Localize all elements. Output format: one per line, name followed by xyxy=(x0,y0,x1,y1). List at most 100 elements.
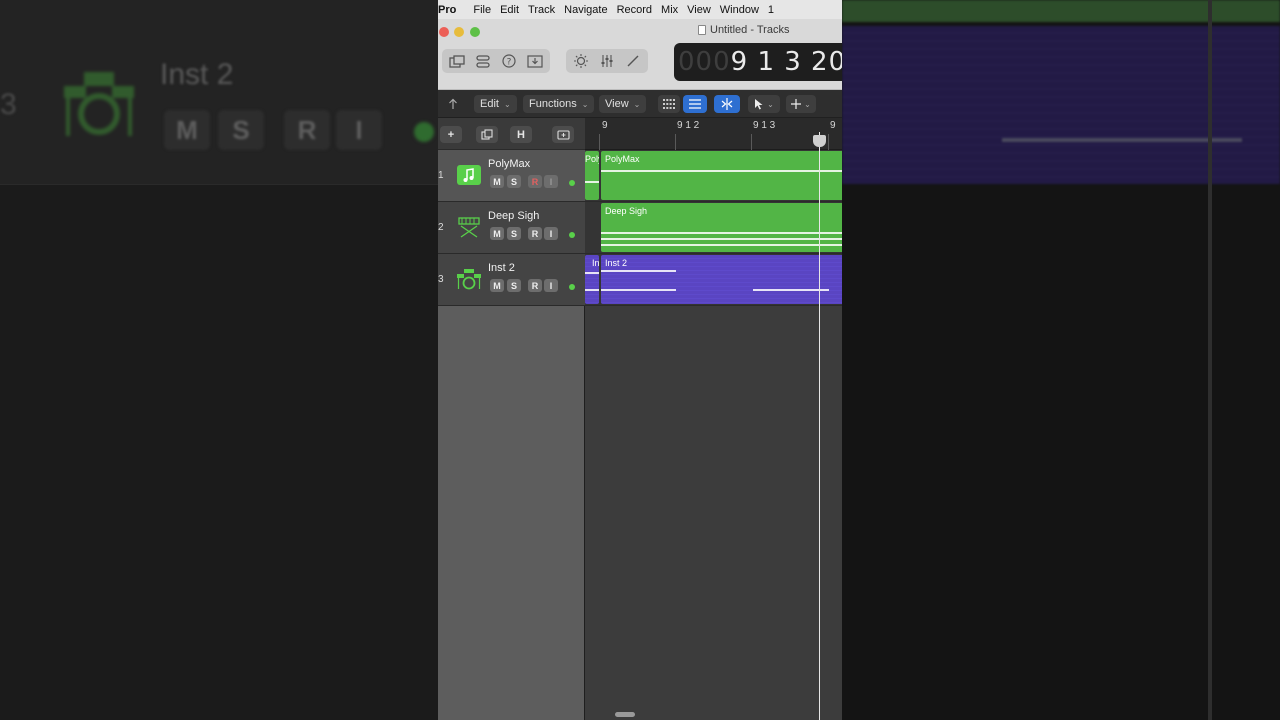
background-green-region xyxy=(842,0,1280,22)
track-lane-deep-sigh[interactable]: Deep Sigh xyxy=(585,202,842,254)
mute-button[interactable]: M xyxy=(490,279,504,292)
background-led xyxy=(414,122,434,142)
lcd-position: 9 1 3 20 xyxy=(730,47,842,77)
midi-note xyxy=(585,181,599,183)
hide-tracks-button[interactable]: H xyxy=(510,126,532,143)
menu-track[interactable]: Track xyxy=(528,4,564,16)
add-track-button[interactable]: + xyxy=(440,126,462,143)
mute-button[interactable]: M xyxy=(490,175,504,188)
menu-window[interactable]: Window xyxy=(720,4,768,16)
ruler-tick xyxy=(751,134,752,150)
menu-app-name[interactable]: Pro xyxy=(438,4,473,16)
midi-region-inst-2[interactable]: Inst 2 xyxy=(601,255,842,304)
background-zoom-left: 3 Inst 2 M S R I xyxy=(0,0,438,720)
mixer-icon[interactable] xyxy=(596,52,618,70)
track-name[interactable]: Inst 2 xyxy=(488,262,515,274)
solo-button[interactable]: S xyxy=(507,279,521,292)
menu-view[interactable]: View xyxy=(687,4,720,16)
timeline-ruler[interactable]: 9 9 1 2 9 1 3 9 xyxy=(585,118,842,150)
drum-kit-icon xyxy=(456,268,482,290)
midi-note xyxy=(601,270,676,272)
menu-navigate[interactable]: Navigate xyxy=(564,4,616,16)
background-purple-region xyxy=(842,26,1280,184)
background-playhead xyxy=(1208,0,1212,720)
track-activity-led xyxy=(569,284,575,290)
track-folder-icon[interactable] xyxy=(552,126,574,143)
midi-region-polymax[interactable]: PolyMax xyxy=(601,151,842,200)
functions-menu-button[interactable]: Functions ⌄ xyxy=(523,95,595,113)
midi-note xyxy=(601,170,842,172)
ruler-tick-label: 9 1 2 xyxy=(677,120,700,131)
track-number: 3 xyxy=(438,274,444,285)
track-lane-polymax[interactable]: Poly PolyMax xyxy=(585,150,842,202)
ruler-tick-label: 9 xyxy=(830,120,836,131)
ruler-tick-label: 9 1 3 xyxy=(753,120,776,131)
midi-note xyxy=(753,289,829,291)
track-name[interactable]: PolyMax xyxy=(488,158,530,170)
background-input-button: I xyxy=(336,110,382,150)
midi-region-previous[interactable]: In xyxy=(585,255,599,304)
duplicate-track-icon[interactable] xyxy=(476,126,498,143)
download-icon[interactable] xyxy=(524,52,546,70)
inspector-icon[interactable] xyxy=(472,52,494,70)
minimize-button[interactable] xyxy=(454,27,464,37)
midi-region-previous[interactable]: Poly xyxy=(585,151,599,200)
track-activity-led xyxy=(569,180,575,186)
track-name[interactable]: Deep Sigh xyxy=(488,210,539,222)
chevron-down-icon: ⌄ xyxy=(503,99,511,109)
record-enable-button[interactable]: R xyxy=(528,227,542,240)
pointer-tool-icon[interactable]: ⌄ xyxy=(748,95,780,113)
input-monitor-button[interactable]: I xyxy=(544,227,558,240)
edit-menu-button[interactable]: Edit ⌄ xyxy=(474,95,517,113)
input-monitor-button[interactable]: I xyxy=(544,279,558,292)
view-menu-button[interactable]: View ⌄ xyxy=(599,95,647,113)
track-lane-inst-2[interactable]: In Inst 2 xyxy=(585,254,842,306)
mute-button[interactable]: M xyxy=(490,227,504,240)
snap-icon[interactable] xyxy=(714,95,740,113)
grid-view-icon[interactable] xyxy=(658,95,680,113)
background-zoom-right xyxy=(842,0,1280,720)
track-header-toolbar: + H xyxy=(438,118,585,150)
lcd-display[interactable]: 000 9 1 3 20 xyxy=(674,43,842,81)
background-solo-button: S xyxy=(218,110,264,150)
secondary-tool-icon[interactable]: ⌄ xyxy=(786,95,816,113)
track-header-inst-2[interactable]: 3 Inst 2 M S R I xyxy=(438,254,585,306)
menu-file[interactable]: File xyxy=(473,4,500,16)
window-title: Untitled - Tracks xyxy=(698,24,789,36)
brightness-icon[interactable] xyxy=(570,52,592,70)
track-headers: + H 1 PolyMax M S R I 2 Deep Sigh M S R … xyxy=(438,118,585,720)
menu-edit[interactable]: Edit xyxy=(500,4,528,16)
solo-button[interactable]: S xyxy=(507,175,521,188)
quick-help-icon[interactable]: ? xyxy=(498,52,520,70)
logic-window: Pro File Edit Track Navigate Record Mix … xyxy=(438,0,842,720)
midi-region-deep-sigh[interactable]: Deep Sigh xyxy=(601,203,842,252)
menu-mix[interactable]: Mix xyxy=(661,4,687,16)
horizontal-scrollbar[interactable] xyxy=(615,712,635,717)
up-arrow-icon[interactable] xyxy=(444,95,462,113)
solo-button[interactable]: S xyxy=(507,227,521,240)
track-header-polymax[interactable]: 1 PolyMax M S R I xyxy=(438,150,585,202)
track-activity-led xyxy=(569,232,575,238)
menu-record[interactable]: Record xyxy=(617,4,661,16)
input-monitor-button[interactable]: I xyxy=(544,175,558,188)
midi-note xyxy=(585,272,599,274)
tracks-area[interactable]: 9 9 1 2 9 1 3 9 Poly PolyMax Deep Sigh xyxy=(585,118,842,720)
control-bar: Edit ⌄ Functions ⌄ View ⌄ ⌄ ⌄ xyxy=(438,90,842,118)
background-mute-button: M xyxy=(164,110,210,150)
playhead-handle[interactable] xyxy=(813,135,826,147)
track-number: 1 xyxy=(438,170,444,181)
library-icon[interactable] xyxy=(446,52,468,70)
midi-note xyxy=(601,232,842,234)
background-note-line xyxy=(1002,138,1242,142)
list-view-icon[interactable] xyxy=(683,95,707,113)
zoom-button[interactable] xyxy=(470,27,480,37)
background-track-name: Inst 2 xyxy=(160,58,234,91)
close-button[interactable] xyxy=(439,27,449,37)
pencil-icon[interactable] xyxy=(622,52,644,70)
track-header-deep-sigh[interactable]: 2 Deep Sigh M S R I xyxy=(438,202,585,254)
background-record-button: R xyxy=(284,110,330,150)
menu-extra[interactable]: 1 xyxy=(768,4,783,16)
record-enable-button[interactable]: R xyxy=(528,279,542,292)
playhead[interactable] xyxy=(819,132,820,720)
record-enable-button[interactable]: R xyxy=(528,175,542,188)
